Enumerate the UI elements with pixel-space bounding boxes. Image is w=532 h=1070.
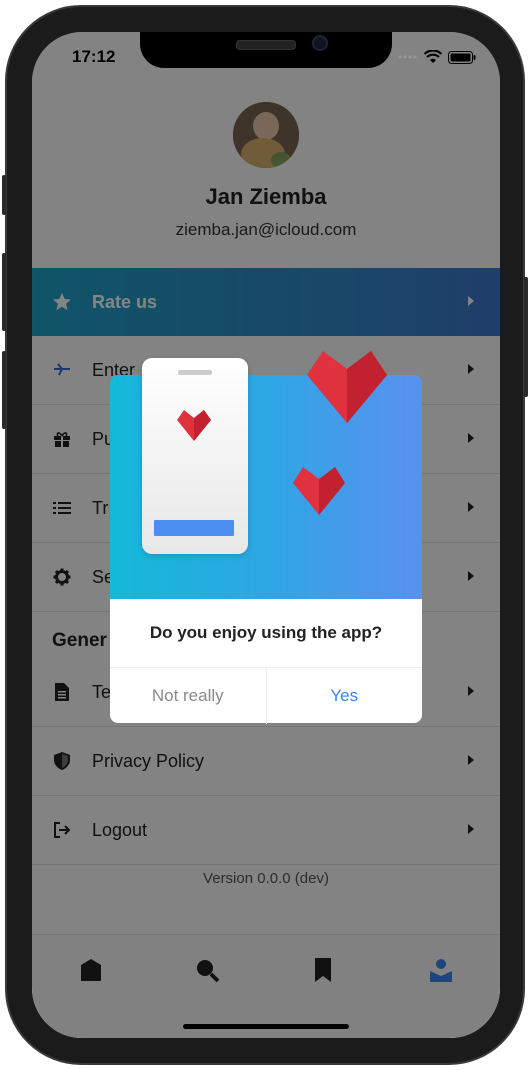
phone-illustration <box>142 358 248 554</box>
yes-button[interactable]: Yes <box>267 668 423 724</box>
not-really-button[interactable]: Not really <box>110 668 267 724</box>
status-icons <box>398 50 476 64</box>
mute-switch <box>2 175 6 215</box>
power-button <box>524 277 528 397</box>
dialog-question: Do you enjoy using the app? <box>149 623 383 642</box>
status-bar: 17:12 <box>32 32 500 86</box>
volume-up-button <box>2 253 6 331</box>
heart-icon <box>177 410 211 441</box>
rate-app-dialog: Do you enjoy using the app? Not really Y… <box>110 351 422 724</box>
dialog-actions: Not really Yes <box>110 667 422 724</box>
phone-button-strip <box>154 520 234 536</box>
battery-icon <box>448 50 476 64</box>
phone-speaker-bar <box>178 370 212 375</box>
heart-icon <box>293 467 345 515</box>
volume-down-button <box>2 351 6 429</box>
heart-icon <box>307 351 387 423</box>
dialog-illustration <box>110 351 422 599</box>
wifi-icon <box>424 50 442 63</box>
dialog-body: Do you enjoy using the app? Not really Y… <box>110 599 422 724</box>
signal-icon <box>398 55 417 59</box>
status-time: 17:12 <box>72 47 116 66</box>
app-screen: 17:12 Jan Ziemba ziemba.jan@icloud.com R… <box>32 32 500 1038</box>
home-indicator <box>183 1024 349 1029</box>
